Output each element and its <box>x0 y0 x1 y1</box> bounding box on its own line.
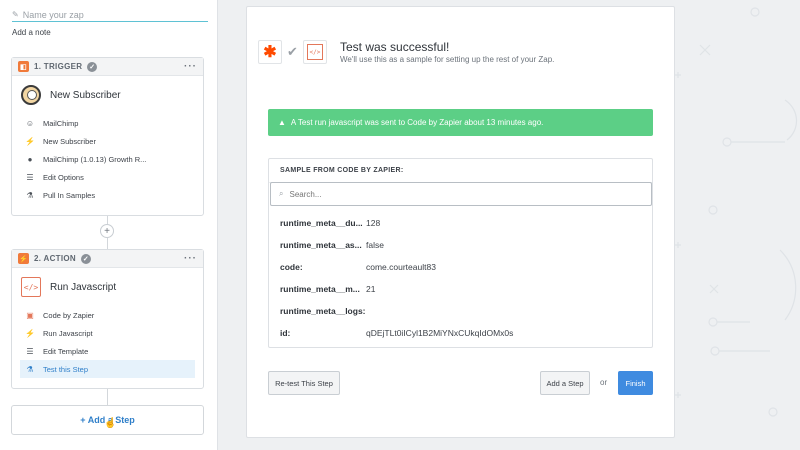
action-header-label: 2. ACTION <box>34 254 76 263</box>
trigger-header-label: 1. TRIGGER <box>34 62 83 71</box>
insert-step-button[interactable]: + <box>100 224 114 238</box>
pencil-icon: ✎ <box>12 10 19 19</box>
page-title: Test was successful! <box>340 40 450 54</box>
action-step-event[interactable]: ⚡ Run Javascript <box>12 324 203 342</box>
field-value: 21 <box>366 284 376 294</box>
background-decoration <box>675 7 798 417</box>
field-key: runtime_meta__logs: <box>280 306 366 316</box>
checkmark-icon: ✓ <box>80 253 91 264</box>
sample-heading: SAMPLE FROM CODE BY ZAPIER: <box>269 159 652 183</box>
search-input[interactable] <box>289 189 630 199</box>
pointer-hand-icon: ☝ <box>104 418 117 429</box>
mailchimp-logo-icon <box>21 85 41 105</box>
trigger-card-header[interactable]: ◧ 1. TRIGGER ✓ ··· <box>12 58 203 76</box>
action-step-app[interactable]: ▣ Code by Zapier <box>12 306 203 324</box>
sub-item-label: Pull In Samples <box>43 190 96 200</box>
success-alert: ▲ A Test run javascript was sent to Code… <box>268 109 653 136</box>
field-value: qDEjTLt0iICyl1B2MiYNxCUkqIdOMx0s <box>366 328 514 338</box>
trigger-step-app[interactable]: ☺ MailChimp <box>12 114 203 132</box>
action-step-test[interactable]: ⚗ Test this Step <box>20 360 195 378</box>
zapier-logo-icon: ✱ <box>258 40 282 64</box>
sub-item-label: Test this Step <box>43 364 89 374</box>
mailchimp-icon: ☺ <box>25 118 35 128</box>
action-card-header[interactable]: ⚡ 2. ACTION ✓ ··· <box>12 250 203 268</box>
field-value: false <box>366 240 384 250</box>
trigger-step-options[interactable]: ☰ Edit Options <box>12 168 203 186</box>
sub-item-label: MailChimp (1.0.13) Growth R... <box>43 154 147 164</box>
warning-triangle-icon: ▲ <box>278 118 286 127</box>
code-logo-icon: </> <box>21 277 41 297</box>
zap-name-field[interactable]: ✎ Name your zap <box>12 8 208 22</box>
step-connector <box>107 216 108 224</box>
checkmark-icon: ✓ <box>87 61 98 72</box>
code-logo-icon: </> <box>302 40 327 64</box>
sub-item-label: Run Javascript <box>43 328 93 338</box>
bolt-icon: ⚡ <box>25 136 35 146</box>
field-key: runtime_meta__du... <box>280 218 363 228</box>
zap-name-placeholder: Name your zap <box>22 9 84 20</box>
retest-step-button[interactable]: Re-test This Step <box>268 371 340 395</box>
list-icon: ☰ <box>26 346 34 356</box>
action-app-icon: ⚡ <box>18 253 29 264</box>
add-note-link[interactable]: Add a note <box>12 28 51 37</box>
step-connector <box>107 238 108 249</box>
field-value: come.courteault83 <box>366 262 436 272</box>
field-key: runtime_meta__as... <box>280 240 362 250</box>
trigger-step-account[interactable]: ● MailChimp (1.0.13) Growth R... <box>12 150 203 168</box>
bolt-icon: ⚡ <box>25 328 35 338</box>
code-icon: ▣ <box>26 310 34 320</box>
trigger-app-icon: ◧ <box>18 61 29 72</box>
table-row: runtime_meta__as... false <box>280 234 640 256</box>
sub-item-label: Code by Zapier <box>43 310 95 320</box>
field-key: code: <box>280 262 303 272</box>
finish-button[interactable]: Finish <box>618 371 653 395</box>
trigger-menu-button[interactable]: ··· <box>184 61 197 72</box>
trigger-title-row[interactable]: New Subscriber <box>12 76 203 114</box>
or-separator: or <box>600 378 608 387</box>
search-box[interactable]: ⌕ <box>270 182 652 206</box>
table-row: runtime_meta__du... 128 <box>280 212 640 234</box>
header-app-icons: ✱ ✔ </> <box>258 40 327 64</box>
sample-box: SAMPLE FROM CODE BY ZAPIER: ⌕ runtime_me… <box>268 158 653 348</box>
trigger-step-samples[interactable]: ⚗ Pull In Samples <box>12 186 203 204</box>
flask-icon: ⚗ <box>26 364 34 374</box>
search-icon: ⌕ <box>279 189 284 198</box>
action-card: ⚡ 2. ACTION ✓ ··· </> Run Javascript ▣ C… <box>11 249 204 389</box>
checkmark-icon: ✔ <box>287 44 298 59</box>
zap-editor-sidebar: ✎ Name your zap Add a note ◧ 1. TRIGGER … <box>0 0 218 450</box>
person-icon: ● <box>27 154 33 164</box>
action-step-template[interactable]: ☰ Edit Template <box>12 342 203 360</box>
list-icon: ☰ <box>26 172 34 182</box>
add-a-step-button[interactable]: Add a Step <box>540 371 590 395</box>
field-key: id: <box>280 328 291 338</box>
field-key: runtime_meta__m... <box>280 284 360 294</box>
trigger-step-event[interactable]: ⚡ New Subscriber <box>12 132 203 150</box>
sub-item-label: MailChimp <box>43 118 79 128</box>
flask-icon: ⚗ <box>26 190 34 200</box>
sample-rows: runtime_meta__du... 128 runtime_meta__as… <box>280 212 640 344</box>
table-row: runtime_meta__m... 21 <box>280 278 640 300</box>
action-menu-button[interactable]: ··· <box>184 253 197 264</box>
table-row: id: qDEjTLt0iICyl1B2MiYNxCUkqIdOMx0s <box>280 322 640 344</box>
page-subtitle: We'll use this as a sample for setting u… <box>340 55 555 64</box>
action-title-row[interactable]: </> Run Javascript <box>12 268 203 306</box>
table-row: runtime_meta__logs: <box>280 300 640 322</box>
sub-item-label: Edit Template <box>43 346 89 356</box>
action-title: Run Javascript <box>50 281 117 293</box>
table-row: code: come.courteault83 <box>280 256 640 278</box>
step-connector <box>107 389 108 405</box>
trigger-title: New Subscriber <box>50 89 121 101</box>
alert-text: A Test run javascript was sent to Code b… <box>290 118 544 127</box>
field-value: 128 <box>366 218 381 228</box>
trigger-card: ◧ 1. TRIGGER ✓ ··· New Subscriber ☺ Mail… <box>11 57 204 216</box>
test-result-panel: ✱ ✔ </> Test was successful! We'll use t… <box>246 6 675 438</box>
sub-item-label: New Subscriber <box>43 136 96 146</box>
sub-item-label: Edit Options <box>43 172 84 182</box>
